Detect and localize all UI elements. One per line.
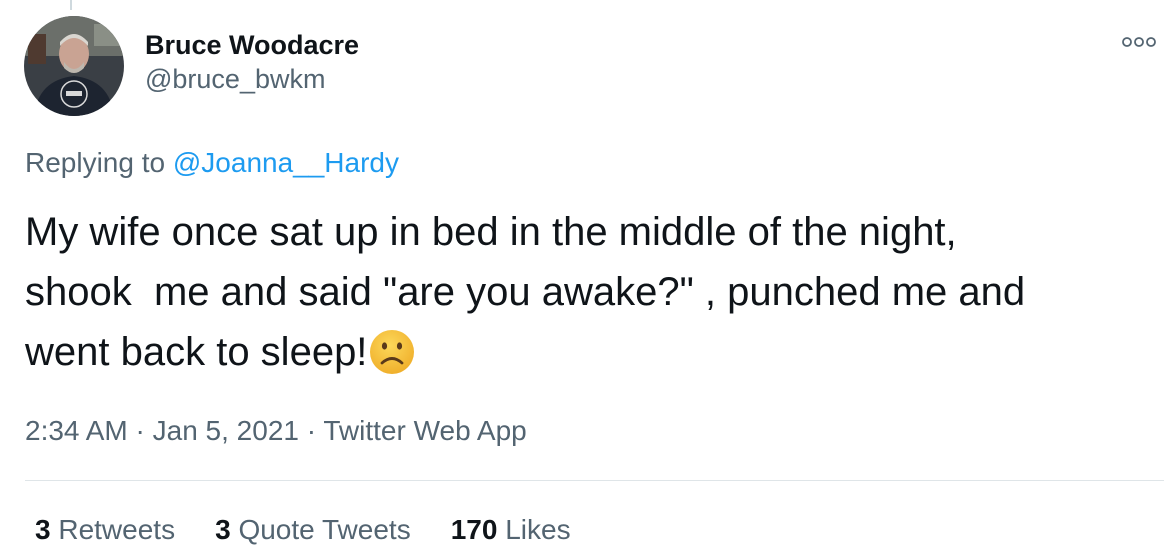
quote-tweets-label: Quote Tweets bbox=[238, 514, 411, 545]
avatar-photo bbox=[24, 16, 124, 116]
retweets-count: 3 bbox=[35, 514, 51, 545]
replying-to-handle-link[interactable]: @Joanna__Hardy bbox=[173, 147, 399, 178]
retweets-stat-link[interactable]: 3 Retweets bbox=[35, 512, 175, 548]
author-display-name[interactable]: Bruce Woodacre bbox=[145, 28, 359, 62]
more-options-button[interactable] bbox=[1120, 28, 1158, 56]
thread-connector-line bbox=[70, 0, 72, 10]
frowning-face-icon bbox=[369, 329, 415, 392]
replying-to-line: Replying to @Joanna__Hardy bbox=[25, 145, 399, 181]
retweets-label: Retweets bbox=[58, 514, 176, 545]
stats-divider bbox=[25, 480, 1164, 481]
likes-count: 170 bbox=[450, 514, 498, 545]
more-dots-icon bbox=[1122, 37, 1156, 47]
tweet-metadata: 2:34 AM · Jan 5, 2021 · Twitter Web App bbox=[25, 413, 527, 449]
tweet-stats: 3 Retweets 3 Quote Tweets 170 Likes bbox=[35, 512, 571, 548]
likes-label: Likes bbox=[505, 514, 571, 545]
tweet-text: My wife once sat up in bed in the middle… bbox=[25, 202, 1155, 392]
replying-to-label: Replying to bbox=[25, 147, 166, 178]
author-info: Bruce Woodacre @bruce_bwkm bbox=[145, 28, 359, 96]
avatar[interactable] bbox=[24, 16, 124, 116]
meta-separator: · bbox=[135, 415, 145, 446]
tweet-text-content: My wife once sat up in bed in the middle… bbox=[25, 210, 1026, 374]
meta-separator: · bbox=[306, 415, 317, 446]
author-handle[interactable]: @bruce_bwkm bbox=[145, 62, 359, 96]
tweet-source-link[interactable]: Twitter Web App bbox=[323, 415, 526, 446]
tweet-date-link[interactable]: Jan 5, 2021 bbox=[153, 415, 299, 446]
tweet-time-link[interactable]: 2:34 AM bbox=[25, 415, 128, 446]
quote-tweets-count: 3 bbox=[215, 514, 231, 545]
likes-stat-link[interactable]: 170 Likes bbox=[451, 512, 571, 548]
quote-tweets-stat-link[interactable]: 3 Quote Tweets bbox=[215, 512, 411, 548]
